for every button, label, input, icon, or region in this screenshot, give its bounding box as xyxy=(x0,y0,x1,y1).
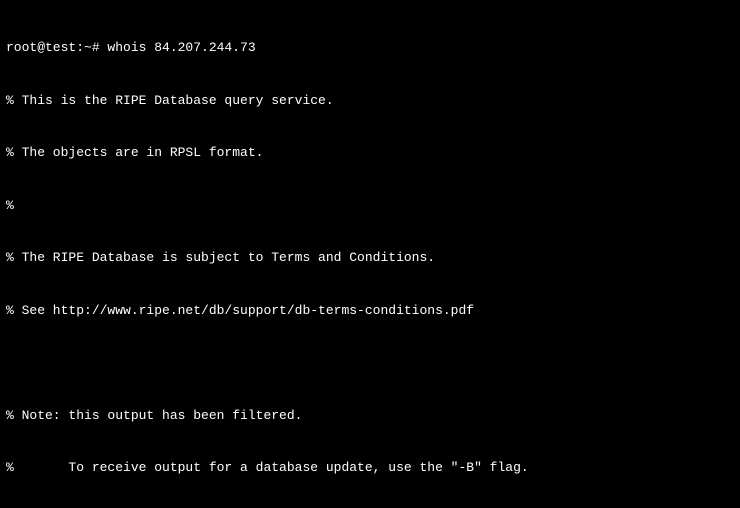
output-line: % See http://www.ripe.net/db/support/db-… xyxy=(6,302,734,320)
prompt-line: root@test:~# whois 84.207.244.73 xyxy=(6,39,734,57)
output-line: % xyxy=(6,197,734,215)
output-line: % Note: this output has been filtered. xyxy=(6,407,734,425)
blank-line xyxy=(6,354,734,372)
output-line: % The objects are in RPSL format. xyxy=(6,144,734,162)
output-line: % To receive output for a database updat… xyxy=(6,459,734,477)
output-line: % The RIPE Database is subject to Terms … xyxy=(6,249,734,267)
output-line: % This is the RIPE Database query servic… xyxy=(6,92,734,110)
terminal[interactable]: root@test:~# whois 84.207.244.73 % This … xyxy=(0,0,740,508)
